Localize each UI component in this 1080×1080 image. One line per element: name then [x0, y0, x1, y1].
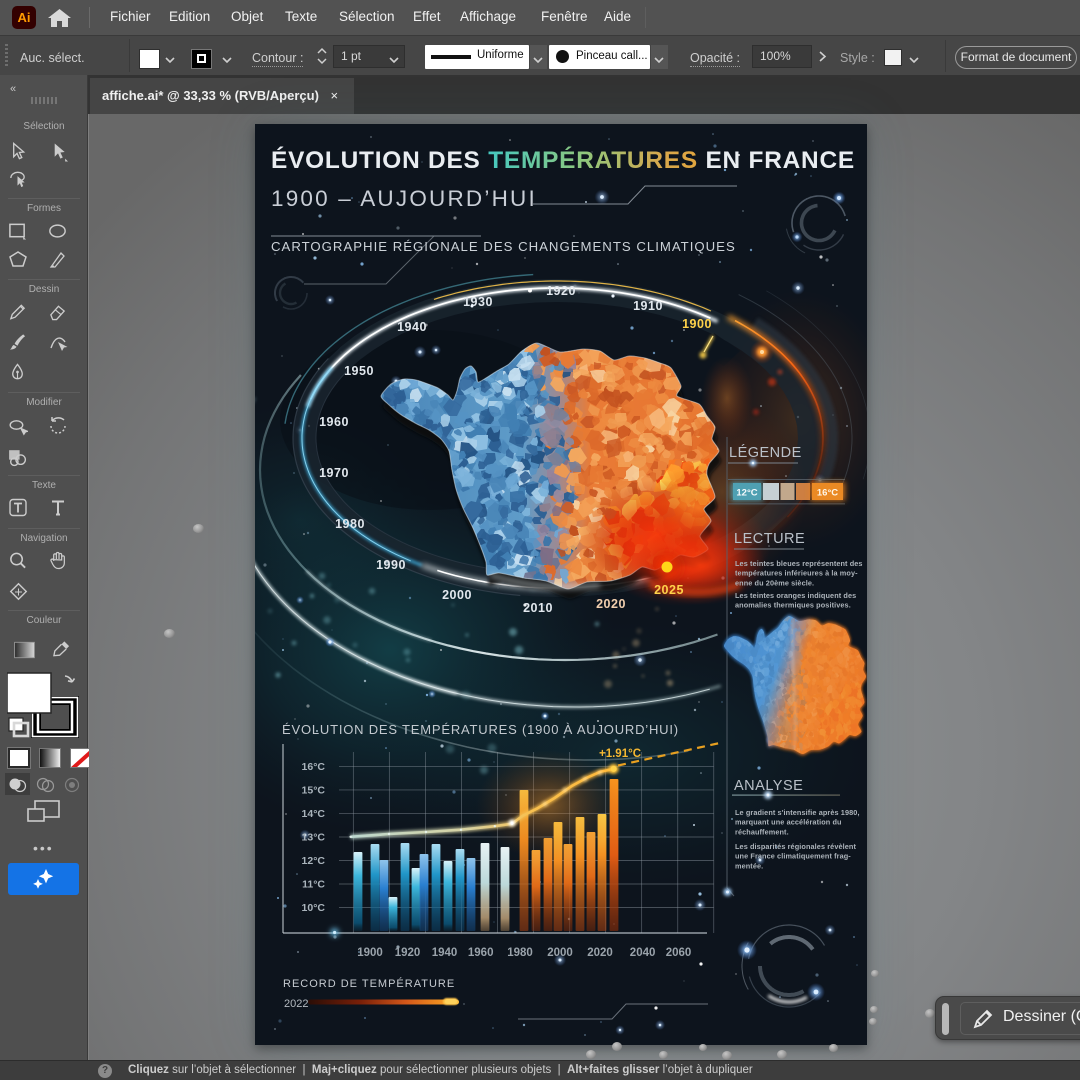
- svg-text:températures inférieures à la: températures inférieures à la moy-: [735, 569, 858, 578]
- svg-text:1900 – AUJOURD’HUI: 1900 – AUJOURD’HUI: [271, 186, 537, 211]
- svg-text:1940: 1940: [432, 947, 458, 959]
- svg-text:une France climatiquement frag: une France climatiquement frag-: [735, 852, 851, 861]
- svg-text:+1.91°C: +1.91°C: [599, 748, 641, 760]
- svg-text:1960: 1960: [319, 415, 349, 429]
- svg-text:1970: 1970: [319, 466, 349, 480]
- svg-text:1990: 1990: [376, 558, 406, 572]
- svg-text:15°C: 15°C: [302, 784, 326, 796]
- svg-text:mentée.: mentée.: [735, 861, 763, 870]
- svg-text:2000: 2000: [547, 947, 573, 959]
- svg-text:10°C: 10°C: [302, 902, 326, 914]
- svg-text:1980: 1980: [507, 947, 533, 959]
- svg-text:anomalies thermiques positives: anomalies thermiques positives.: [735, 601, 851, 610]
- svg-text:2022: 2022: [284, 998, 308, 1010]
- svg-text:14°C: 14°C: [302, 808, 326, 820]
- svg-text:13°C: 13°C: [302, 832, 326, 844]
- svg-text:2000: 2000: [442, 588, 472, 602]
- svg-text:1930: 1930: [463, 295, 493, 309]
- svg-text:LECTURE: LECTURE: [734, 531, 805, 547]
- svg-text:Les teintes bleues représenten: Les teintes bleues représentent des: [735, 559, 863, 568]
- svg-text:1940: 1940: [397, 320, 427, 334]
- svg-text:ÉVOLUTION DES TEMPÉRATURES EN: ÉVOLUTION DES TEMPÉRATURES EN FRANCE: [271, 146, 855, 174]
- svg-text:Les disparités régionales révè: Les disparités régionales révèlent: [735, 842, 856, 851]
- svg-text:2060: 2060: [666, 947, 692, 959]
- svg-text:Les teintes oranges indiquent: Les teintes oranges indiquent des: [735, 591, 856, 600]
- svg-text:16°C: 16°C: [817, 488, 838, 499]
- svg-text:1910: 1910: [633, 299, 663, 313]
- svg-text:2020: 2020: [596, 597, 626, 611]
- svg-text:1920: 1920: [395, 947, 421, 959]
- svg-text:1950: 1950: [344, 364, 374, 378]
- svg-text:enne du 20ème siècle.: enne du 20ème siècle.: [735, 578, 814, 587]
- svg-text:Le gradient s'intensifie après: Le gradient s'intensifie après 1980,: [735, 808, 860, 817]
- svg-text:12°C: 12°C: [736, 488, 757, 499]
- svg-text:RECORD DE TEMPÉRATURE: RECORD DE TEMPÉRATURE: [283, 977, 455, 990]
- svg-text:LÉGENDE: LÉGENDE: [729, 444, 802, 461]
- svg-text:1900: 1900: [357, 947, 383, 959]
- svg-text:ÉVOLUTION DES TEMPÉRATURES (19: ÉVOLUTION DES TEMPÉRATURES (1900 À AUJOU…: [282, 722, 679, 737]
- svg-text:2025: 2025: [654, 583, 684, 597]
- svg-text:2040: 2040: [630, 947, 656, 959]
- svg-text:16°C: 16°C: [302, 761, 326, 773]
- svg-text:2020: 2020: [587, 947, 613, 959]
- svg-text:2010: 2010: [523, 601, 553, 615]
- svg-text:CARTOGRAPHIE RÉGIONALE DES CHA: CARTOGRAPHIE RÉGIONALE DES CHANGEMENTS C…: [271, 239, 736, 254]
- svg-text:1920: 1920: [546, 284, 576, 298]
- svg-text:12°C: 12°C: [302, 855, 326, 867]
- svg-text:11°C: 11°C: [302, 879, 325, 891]
- svg-text:1960: 1960: [468, 947, 494, 959]
- svg-text:réchauffement.: réchauffement.: [735, 827, 789, 836]
- svg-text:marquant une accélération du: marquant une accélération du: [735, 818, 842, 827]
- svg-text:1900: 1900: [682, 317, 712, 331]
- svg-text:1980: 1980: [335, 517, 365, 531]
